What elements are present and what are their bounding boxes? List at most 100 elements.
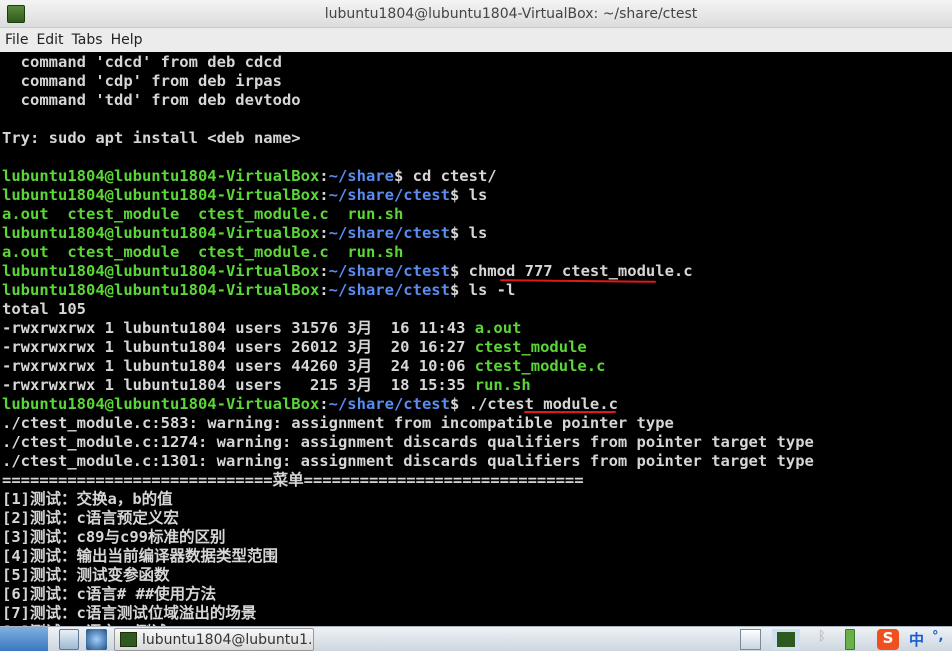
terminal-text: : <box>319 262 329 280</box>
terminal-output[interactable]: command 'cdcd' from deb cdcd command 'cd… <box>0 53 952 626</box>
green-text: ctest_module.c <box>474 357 606 375</box>
green-text: a.out <box>474 319 522 337</box>
menu-tabs[interactable]: Tabs <box>67 28 106 48</box>
green-text: a.out <box>2 205 49 223</box>
terminal-text: [4]测试：输出当前编译器数据类型范围 <box>2 547 278 565</box>
path-text: ~/share/ctest <box>328 186 450 204</box>
taskbar: lubuntu1804@lubuntu1... ᛒ S 中 °, <box>0 626 952 651</box>
terminal-line: lubuntu1804@lubuntu1804-VirtualBox:~/sha… <box>2 262 952 281</box>
terminal-line: -rwxrwxrwx 1 lubuntu1804 users 31576 3月 … <box>2 319 952 338</box>
terminal-text: : <box>319 395 329 413</box>
green-text: ctest_module.c <box>198 205 329 223</box>
ime-punct[interactable]: °, <box>932 629 943 650</box>
terminal-text: : <box>319 186 329 204</box>
terminal-line: command 'cdp' from deb irpas <box>2 72 952 91</box>
terminal-line: [3]测试：c89与c99标准的区别 <box>2 528 952 547</box>
terminal-line: [4]测试：输出当前编译器数据类型范围 <box>2 547 952 566</box>
terminal-text: [7]测试：c语言测试位域溢出的场景 <box>2 604 257 622</box>
terminal-text: -rwxrwxrwx 1 lubuntu1804 users 26012 3月 … <box>2 338 475 356</box>
start-menu-icon[interactable] <box>0 627 48 651</box>
terminal-text: $ ls -l <box>449 281 516 299</box>
green-text: ctest_module.c <box>198 243 329 261</box>
show-desktop-icon[interactable] <box>740 629 761 650</box>
path-text: ~/share/ctest <box>328 281 450 299</box>
green-text: lubuntu1804@lubuntu1804-VirtualBox <box>2 281 320 299</box>
terminal-text: command 'tdd' from deb devtodo <box>2 91 301 109</box>
terminal-text: [2]测试：c语言预定义宏 <box>2 509 179 527</box>
terminal-text: [5]测试：测试变参函数 <box>2 566 170 584</box>
green-text: lubuntu1804@lubuntu1804-VirtualBox <box>2 186 320 204</box>
green-text: ctest_module <box>67 205 180 223</box>
terminal-text: : <box>319 224 329 242</box>
terminal-line: lubuntu1804@lubuntu1804-VirtualBox:~/sha… <box>2 281 952 300</box>
green-text: a.out <box>2 243 49 261</box>
menu-edit[interactable]: Edit <box>31 28 66 48</box>
terminal-line: command 'tdd' from deb devtodo <box>2 91 952 110</box>
terminal-line: -rwxrwxrwx 1 lubuntu1804 users 44260 3月 … <box>2 357 952 376</box>
annotation-underline <box>524 411 616 413</box>
green-text: lubuntu1804@lubuntu1804-VirtualBox <box>2 262 320 280</box>
battery-icon[interactable] <box>845 629 855 650</box>
terminal-text: =============================菜单=========… <box>2 471 584 489</box>
terminal-line: [2]测试：c语言预定义宏 <box>2 509 952 528</box>
terminal-text: : <box>319 281 329 299</box>
bluetooth-icon[interactable]: ᛒ <box>818 629 826 650</box>
terminal-line: ./ctest_module.c:1274: warning: assignme… <box>2 433 952 452</box>
terminal-line: -rwxrwxrwx 1 lubuntu1804 users 215 3月 18… <box>2 376 952 395</box>
green-text: run.sh <box>474 376 531 394</box>
terminal-text: [6]测试：c语言# ##使用方法 <box>2 585 217 603</box>
terminal-line: lubuntu1804@lubuntu1804-VirtualBox:~/sha… <box>2 186 952 205</box>
terminal-text: $ ls <box>449 186 488 204</box>
green-text: lubuntu1804@lubuntu1804-VirtualBox <box>2 224 320 242</box>
terminal-text: -rwxrwxrwx 1 lubuntu1804 users 215 3月 18… <box>2 376 475 394</box>
terminal-line: ./ctest_module.c:1301: warning: assignme… <box>2 452 952 471</box>
green-text: ctest_module <box>67 243 180 261</box>
taskbar-terminal-item[interactable]: lubuntu1804@lubuntu1... <box>114 628 314 651</box>
terminal-line: lubuntu1804@lubuntu1804-VirtualBox:~/sha… <box>2 224 952 243</box>
terminal-line: Try: sudo apt install <deb name> <box>2 129 952 148</box>
terminal-line: [7]测试：c语言测试位域溢出的场景 <box>2 604 952 623</box>
window-title: lubuntu1804@lubuntu1804-VirtualBox: ~/sh… <box>324 6 698 22</box>
terminal-text: ./ctest_module.c:583: warning: assignmen… <box>2 414 674 432</box>
path-text: ~/share/ctest <box>328 395 450 413</box>
terminal-text: ./ctest_module.c:1274: warning: assignme… <box>2 433 814 451</box>
terminal-text: [3]测试：c89与c99标准的区别 <box>2 528 226 546</box>
sogou-ime-icon[interactable]: S <box>877 629 899 650</box>
terminal-text: : <box>319 167 329 185</box>
terminal-text: total 105 <box>2 300 86 318</box>
green-text: lubuntu1804@lubuntu1804-VirtualBox <box>2 395 320 413</box>
terminal-line: a.out ctest_module ctest_module.c run.sh <box>2 243 952 262</box>
terminal-text: ./ctest_module.c:1301: warning: assignme… <box>2 452 814 470</box>
path-text: ~/share <box>328 167 394 185</box>
terminal-tray-icon[interactable] <box>772 629 800 650</box>
terminal-line: [1]测试：交换a，b的值 <box>2 490 952 509</box>
terminal-text: $ chmod 777 ctest_module.c <box>449 262 693 280</box>
terminal-line: a.out ctest_module ctest_module.c run.sh <box>2 205 952 224</box>
terminal-text: -rwxrwxrwx 1 lubuntu1804 users 31576 3月 … <box>2 319 475 337</box>
menu-help[interactable]: Help <box>106 28 146 48</box>
green-text: ctest_module <box>474 338 587 356</box>
menu-bar: File Edit Tabs Help <box>0 28 952 52</box>
path-text: ~/share/ctest <box>328 224 450 242</box>
terminal-line: command 'cdcd' from deb cdcd <box>2 53 952 72</box>
path-text: ~/share/ctest <box>328 262 450 280</box>
menu-file[interactable]: File <box>0 28 31 48</box>
terminal-icon <box>120 632 137 647</box>
terminal-line: [5]测试：测试变参函数 <box>2 566 952 585</box>
terminal-line: ./ctest_module.c:583: warning: assignmen… <box>2 414 952 433</box>
title-bar: lubuntu1804@lubuntu1804-VirtualBox: ~/sh… <box>0 0 952 28</box>
ime-mode[interactable]: 中 <box>909 629 924 650</box>
file-manager-icon[interactable] <box>59 629 79 650</box>
terminal-line: lubuntu1804@lubuntu1804-VirtualBox:~/sha… <box>2 395 952 414</box>
terminal-text: [1]测试：交换a，b的值 <box>2 490 173 508</box>
browser-icon[interactable] <box>86 629 107 650</box>
terminal-line: lubuntu1804@lubuntu1804-VirtualBox:~/sha… <box>2 167 952 186</box>
